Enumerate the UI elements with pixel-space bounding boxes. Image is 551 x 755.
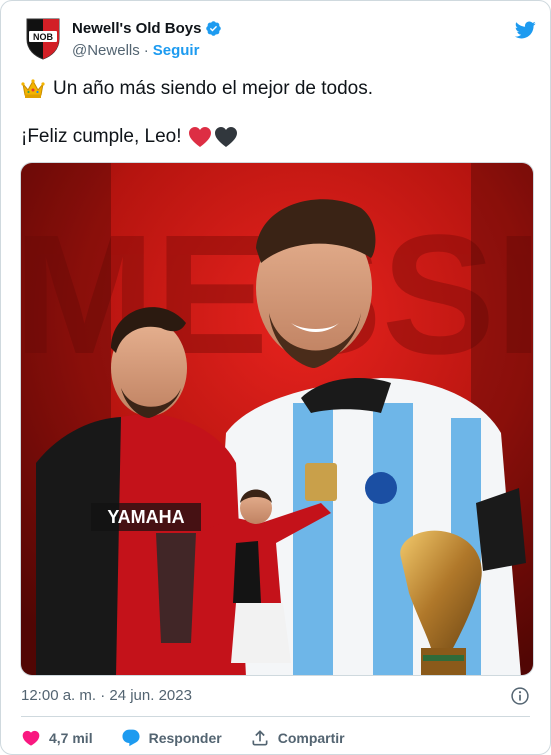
avatar-text: NOB xyxy=(33,32,54,42)
author-handle[interactable]: @Newells xyxy=(72,42,140,59)
newells-crest-avatar[interactable]: NOB xyxy=(25,17,61,61)
tweet-text-line-2: ¡Feliz cumple, Leo! xyxy=(21,125,238,149)
tweet-text-line-2-content: ¡Feliz cumple, Leo! xyxy=(21,126,182,147)
twitter-bird-icon[interactable] xyxy=(513,19,537,41)
black-heart-icon xyxy=(214,127,237,147)
like-button[interactable]: 4,7 mil xyxy=(21,728,93,748)
like-count: 4,7 mil xyxy=(49,730,93,746)
share-upload-icon xyxy=(252,730,268,746)
reply-label: Responder xyxy=(148,730,222,746)
share-label: Compartir xyxy=(277,730,345,746)
reply-button[interactable]: Responder xyxy=(121,728,222,748)
speech-bubble-icon xyxy=(122,729,140,747)
verified-badge-icon xyxy=(206,21,222,36)
crown-icon xyxy=(21,79,45,98)
tweet-text-line-1: Un año más siendo el mejor de todos. xyxy=(21,77,373,101)
handle-separator: · xyxy=(143,42,149,59)
messi-birthday-artwork: MESSI YAMAHA xyxy=(21,163,533,675)
tweet-timestamp[interactable]: 12:00 a. m. · 24 jun. 2023 xyxy=(21,687,192,704)
info-icon[interactable] xyxy=(510,686,530,706)
share-button[interactable]: Compartir xyxy=(250,728,345,748)
tweet-header: NOB Newell's Old Boys @Newells · Seguir xyxy=(25,17,537,63)
author-name-row: Newell's Old Boys xyxy=(72,20,222,37)
follow-button[interactable]: Seguir xyxy=(153,42,200,59)
tweet-text-line-1-content: Un año más siendo el mejor de todos. xyxy=(53,78,374,99)
author-handle-row: @Newells · Seguir xyxy=(72,42,199,59)
heart-icon xyxy=(22,730,40,746)
actions-divider xyxy=(21,716,530,717)
author-display-name[interactable]: Newell's Old Boys xyxy=(72,20,201,37)
tweet-actions-bar: 4,7 mil Responder Compartir xyxy=(21,724,373,752)
shirt-sponsor-text: YAMAHA xyxy=(107,507,184,527)
red-heart-icon xyxy=(188,127,211,147)
tweet-card: NOB Newell's Old Boys @Newells · Seguir xyxy=(0,0,551,755)
tweet-media-image[interactable]: MESSI YAMAHA xyxy=(20,162,534,676)
